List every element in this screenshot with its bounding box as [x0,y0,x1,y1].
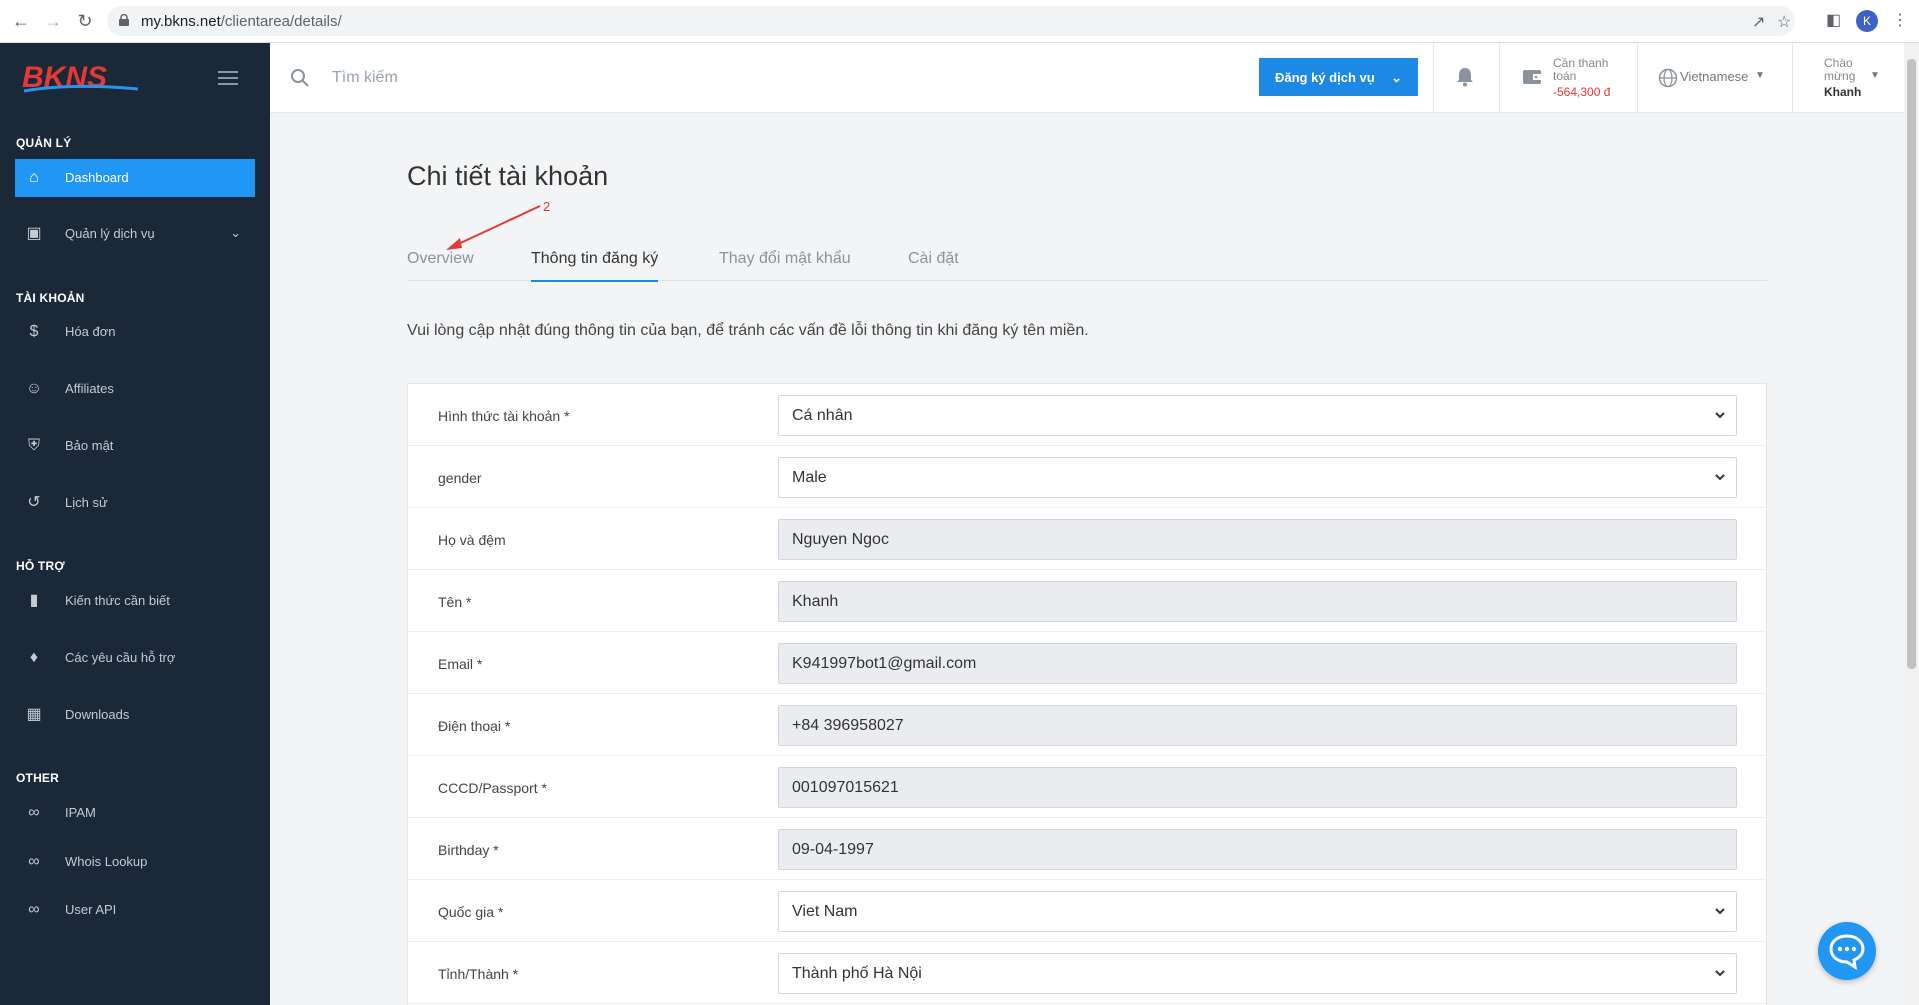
save-icon: ▦ [26,706,42,723]
page-scrollbar[interactable] [1904,43,1919,1005]
chevron-down-icon: ⌄ [1391,70,1402,85]
gender-select[interactable]: Male [778,457,1737,498]
shield-icon: ⛨ [27,437,40,454]
form-row: Họ và đệm Nguyen Ngoc [408,508,1766,570]
intro-text: Vui lòng cập nhật đúng thông tin của bạn… [407,322,1089,339]
link-icon: ∞ [28,804,40,821]
register-service-button[interactable]: Đăng ký dịch vụ ⌄ [1259,58,1418,96]
payment-due-amount: -564,300 đ [1553,85,1611,99]
chevron-down-icon [1715,412,1725,419]
chat-widget-button[interactable] [1818,922,1876,980]
star-icon[interactable]: ☆ [1777,12,1791,32]
link-icon: ∞ [28,901,40,918]
forward-icon[interactable]: → [42,10,64,32]
tab-registration-info[interactable]: Thông tin đăng ký [531,250,659,282]
sidebar-item-user-api[interactable]: ∞ User API [15,891,255,929]
globe-icon [1658,68,1678,88]
sidebar-item-whois-lookup[interactable]: ∞ Whois Lookup [15,843,255,881]
section-title-quan-ly: QUẢN LÝ [16,136,72,150]
sidebar-item-hoa-don[interactable]: $ Hóa đơn [15,313,255,351]
sidebar-item-kien-thuc[interactable]: ▮ Kiến thức cần biết [15,582,255,620]
greeting-label: Chào mừng [1824,56,1856,83]
search-input[interactable] [330,63,830,93]
section-title-other: OTHER [16,771,59,785]
country-select[interactable]: Viet Nam [778,891,1737,932]
annotation-number: 2 [543,199,551,214]
back-icon[interactable]: ← [10,10,32,32]
bkns-logo: BKNS [22,61,139,93]
menu-dots-icon[interactable]: ⋮ [1892,10,1908,30]
address-bar[interactable]: my.bkns.net/clientarea/details/ ↗ ☆ [107,6,1795,36]
sidebar-item-lich-su[interactable]: ↺ Lịch sử [15,484,255,522]
form-row: gender Male [408,446,1766,508]
url-text: my.bkns.net/clientarea/details/ [141,13,342,30]
account-details-form: Hình thức tài khoản * Cá nhân gender Mal… [407,383,1767,1005]
chevron-down-icon: ⌄ [230,225,241,240]
first-name-field[interactable]: Khanh [778,581,1737,622]
reload-icon[interactable]: ↻ [74,10,96,32]
account-type-select[interactable]: Cá nhân [778,395,1737,436]
book-icon: ▮ [29,592,39,609]
share-icon[interactable]: ↗ [1752,12,1765,32]
sidepanel-icon[interactable]: ◧ [1826,10,1841,30]
sidebar-item-affiliates[interactable]: ☺ Affiliates [15,370,255,408]
form-row: Điện thoại * +84 396958027 [408,694,1766,756]
form-row: Hình thức tài khoản * Cá nhân [408,384,1766,446]
section-title-tai-khoan: TÀI KHOẢN [16,291,85,305]
sidebar-item-ipam[interactable]: ∞ IPAM [15,794,255,832]
form-row: CCCD/Passport * 001097015621 [408,756,1766,818]
scrollbar-thumb[interactable] [1907,59,1916,669]
form-row: Tên * Khanh [408,570,1766,632]
users-icon: ☺ [25,380,43,397]
sidebar-item-bao-mat[interactable]: ⛨ Bảo mật [15,427,255,465]
browser-toolbar: ← → ↻ my.bkns.net/clientarea/details/ ↗ … [0,0,1919,43]
form-row: Email * K941997bot1@gmail.com [408,632,1766,694]
form-row: Birthday * 09-04-1997 [408,818,1766,880]
form-row: Quốc gia * Viet Nam [408,880,1766,942]
phone-field[interactable]: +84 396958027 [778,705,1737,746]
province-select[interactable]: Thành phố Hà Nội [778,953,1737,994]
caret-down-icon: ▼ [1755,70,1765,81]
sidebar-item-yeu-cau-ho-tro[interactable]: ♦ Các yêu cầu hỗ trợ [15,639,255,677]
bell-icon[interactable] [1456,67,1474,87]
page-title: Chi tiết tài khoản [407,161,609,191]
dollar-icon: $ [29,323,39,340]
link-icon: ∞ [28,853,40,870]
wallet-icon [1523,70,1541,84]
form-row: Tỉnh/Thành * Thành phố Hà Nội [408,942,1766,1004]
chevron-down-icon [1715,474,1725,481]
top-bar: Đăng ký dịch vụ ⌄ Cần thanh toán -564,30… [270,43,1904,113]
sidebar-item-downloads[interactable]: ▦ Downloads [15,696,255,734]
tab-settings[interactable]: Cài đặt [908,250,959,280]
language-selector[interactable]: Vietnamese [1680,69,1748,84]
tab-bar: Overview Thông tin đăng ký Thay đổi mật … [407,244,1767,282]
birthday-field[interactable]: 09-04-1997 [778,829,1737,870]
contact-card-icon: ▣ [26,225,42,242]
history-icon: ↺ [27,494,41,511]
payment-due-label: Cần thanh toán [1553,56,1609,83]
id-passport-field[interactable]: 001097015621 [778,767,1737,808]
home-icon: ⌂ [29,169,39,186]
sidebar-item-dashboard[interactable]: ⌂ Dashboard [15,159,255,197]
hamburger-icon[interactable] [218,71,238,85]
user-name[interactable]: Khanh [1824,85,1861,99]
caret-down-icon[interactable]: ▼ [1870,70,1880,81]
sidebar: BKNS QUẢN LÝ ⌂ Dashboard ▣ Quản lý dịch … [0,43,270,1005]
profile-avatar[interactable]: K [1856,10,1878,32]
chevron-down-icon [1715,970,1725,977]
sidebar-item-quan-ly-dich-vu[interactable]: ▣ Quản lý dịch vụ ⌄ [15,215,255,253]
lock-icon [119,14,129,26]
tab-change-password[interactable]: Thay đổi mật khẩu [719,250,851,280]
search-icon [291,69,309,87]
chat-bubble-icon [1829,934,1865,970]
last-middle-name-field[interactable]: Nguyen Ngoc [778,519,1737,560]
section-title-ho-tro: HỖ TRỢ [16,559,65,573]
email-field[interactable]: K941997bot1@gmail.com [778,643,1737,684]
ticket-icon: ♦ [29,649,39,666]
tab-overview[interactable]: Overview [407,250,474,280]
chevron-down-icon [1715,908,1725,915]
